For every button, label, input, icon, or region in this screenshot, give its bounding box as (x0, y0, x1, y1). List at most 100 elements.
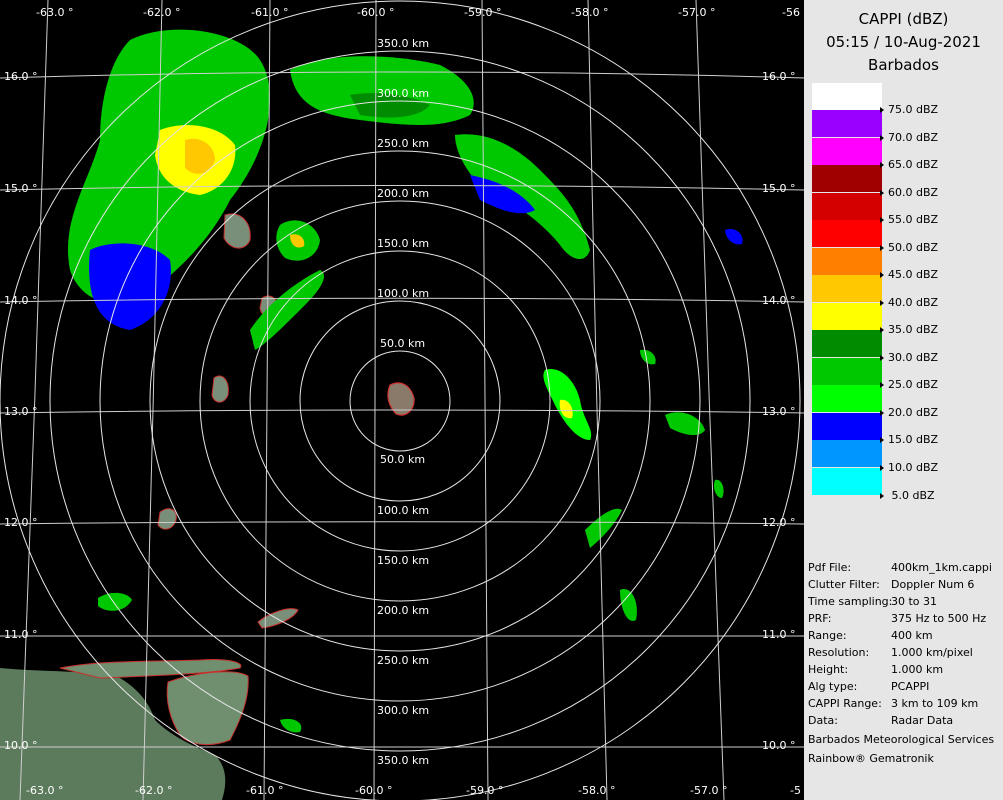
lon-line-59 (481, 0, 489, 800)
lon-labels-top: -63.0 ° -62.0 ° -61.0 ° -60.0 ° -59.0 ° … (36, 6, 800, 19)
trinidad-island (166, 671, 249, 746)
echo-east-blob-2 (713, 479, 724, 498)
legend-label: 40.0 dBZ (880, 296, 938, 310)
range-label: 350.0 km (377, 37, 429, 50)
lon-label: -58.0 ° (578, 784, 615, 797)
lon-label: -60.0 ° (355, 784, 392, 797)
range-label: 250.0 km (377, 654, 429, 667)
echo-south-streak (280, 718, 302, 733)
lat-label: 16.0 ° (762, 70, 796, 83)
echo-se-streak (585, 508, 622, 548)
legend-swatch-40 (812, 275, 882, 302)
legend-swatch-55 (812, 193, 882, 220)
info-row: Range: 400 km (808, 629, 933, 642)
lon-label: -58.0 ° (571, 6, 608, 19)
info-row: PRF: 375 Hz to 500 Hz (808, 612, 987, 625)
echo-se-small (620, 589, 637, 621)
lat-label: 15.0 ° (4, 182, 38, 195)
lon-label: -5 (790, 784, 801, 797)
radar-map[interactable]: 50.0 km 100.0 km 150.0 km 200.0 km 250.0… (0, 0, 804, 800)
echo-nw-blue-edge (89, 243, 171, 330)
lat-label: 16.0 ° (4, 70, 38, 83)
lat-line-11 (0, 634, 804, 637)
range-label: 50.0 km (380, 337, 425, 350)
range-label: 200.0 km (377, 604, 429, 617)
legend-swatch-35 (812, 303, 882, 330)
legend-swatch-75 (812, 83, 882, 110)
lat-label: 13.0 ° (4, 405, 38, 418)
info-panel: CAPPI (dBZ) 05:15 / 10-Aug-2021 Barbados… (804, 0, 1003, 800)
lon-label: -62.0 ° (143, 6, 180, 19)
product-title: CAPPI (dBZ) (858, 10, 949, 28)
legend-swatch-10 (812, 440, 882, 467)
legend-swatch-30 (812, 330, 882, 357)
legend-label: 35.0 dBZ (880, 323, 938, 337)
echo-ne-band (455, 134, 590, 260)
credit-agency: Barbados Meteorological Services (808, 733, 995, 746)
lat-label: 14.0 ° (4, 294, 38, 307)
range-label: 350.0 km (377, 754, 429, 767)
radar-map-canvas: 50.0 km 100.0 km 150.0 km 200.0 km 250.0… (0, 0, 804, 800)
lon-label: -60.0 ° (357, 6, 394, 19)
precipitation-echoes (67, 29, 743, 733)
range-label: 50.0 km (380, 453, 425, 466)
info-row: Data: Radar Data (808, 714, 954, 727)
echo-sw-small (98, 592, 132, 611)
info-row: Clutter Filter: Doppler Num 6 (808, 578, 975, 591)
legend-swatch-70 (812, 110, 882, 137)
product-location: Barbados (868, 56, 939, 74)
legend-swatch-60 (812, 165, 882, 192)
lon-label: -63.0 ° (26, 784, 63, 797)
info-row: Pdf File: 400km_1km.cappi (808, 561, 992, 574)
info-row: Alg type: PCAPPI (808, 680, 930, 693)
lat-label: 12.0 ° (4, 516, 38, 529)
lat-labels-left: 16.0 ° 15.0 ° 14.0 ° 13.0 ° 12.0 ° 11.0 … (4, 70, 38, 752)
legend-label: 5.0 dBZ (880, 489, 935, 503)
credit-software: Rainbow® Gematronik (808, 752, 934, 765)
lon-label: -57.0 ° (678, 6, 715, 19)
product-datetime: 05:15 / 10-Aug-2021 (826, 33, 981, 51)
lon-label: -56 (782, 6, 800, 19)
legend-label: 55.0 dBZ (880, 213, 938, 227)
lat-label: 12.0 ° (762, 516, 796, 529)
info-row: Resolution: 1.000 km/pixel (808, 646, 973, 659)
legend-label: 15.0 dBZ (880, 433, 938, 447)
range-label: 150.0 km (377, 554, 429, 567)
legend-swatch-25 (812, 358, 882, 385)
lat-label: 15.0 ° (762, 182, 796, 195)
st-vincent-island (211, 375, 229, 403)
legend-label: 25.0 dBZ (880, 378, 938, 392)
echo-ne-far (725, 228, 743, 245)
tobago-island (257, 608, 299, 629)
range-label: 300.0 km (377, 704, 429, 717)
lon-line-58 (587, 0, 608, 800)
legend-label: 45.0 dBZ (880, 268, 938, 282)
legend-label: 65.0 dBZ (880, 158, 938, 172)
echo-east-blob (640, 349, 656, 365)
legend-swatch-20 (812, 385, 882, 412)
lat-label: 13.0 ° (762, 405, 796, 418)
range-label: 150.0 km (377, 237, 429, 250)
lon-label: -62.0 ° (135, 784, 172, 797)
legend-label: 60.0 dBZ (880, 186, 938, 200)
legend-swatch-65 (812, 138, 882, 165)
legend-label: 70.0 dBZ (880, 131, 938, 145)
info-row: CAPPI Range: 3 km to 109 km (808, 697, 979, 710)
lon-labels-bottom: -63.0 ° -62.0 ° -61.0 ° -60.0 ° -59.0 ° … (26, 784, 801, 797)
legend-swatch-15 (812, 413, 882, 440)
range-label: 100.0 km (377, 504, 429, 517)
lat-label: 10.0 ° (762, 739, 796, 752)
legend-label: 75.0 dBZ (880, 103, 938, 117)
range-label: 200.0 km (377, 187, 429, 200)
legend-label: 10.0 dBZ (880, 461, 938, 475)
info-row: Time sampling:30 to 31 (808, 595, 938, 608)
range-label: 300.0 km (377, 87, 429, 100)
lon-label: -59.0 ° (466, 784, 503, 797)
lon-label: -59.0 ° (464, 6, 501, 19)
info-row: Height: 1.000 km (808, 663, 944, 676)
lat-label: 11.0 ° (762, 628, 796, 641)
legend-swatch-50 (812, 220, 882, 247)
lat-label: 14.0 ° (762, 294, 796, 307)
legend-swatch-45 (812, 248, 882, 275)
legend-label: 30.0 dBZ (880, 351, 938, 365)
